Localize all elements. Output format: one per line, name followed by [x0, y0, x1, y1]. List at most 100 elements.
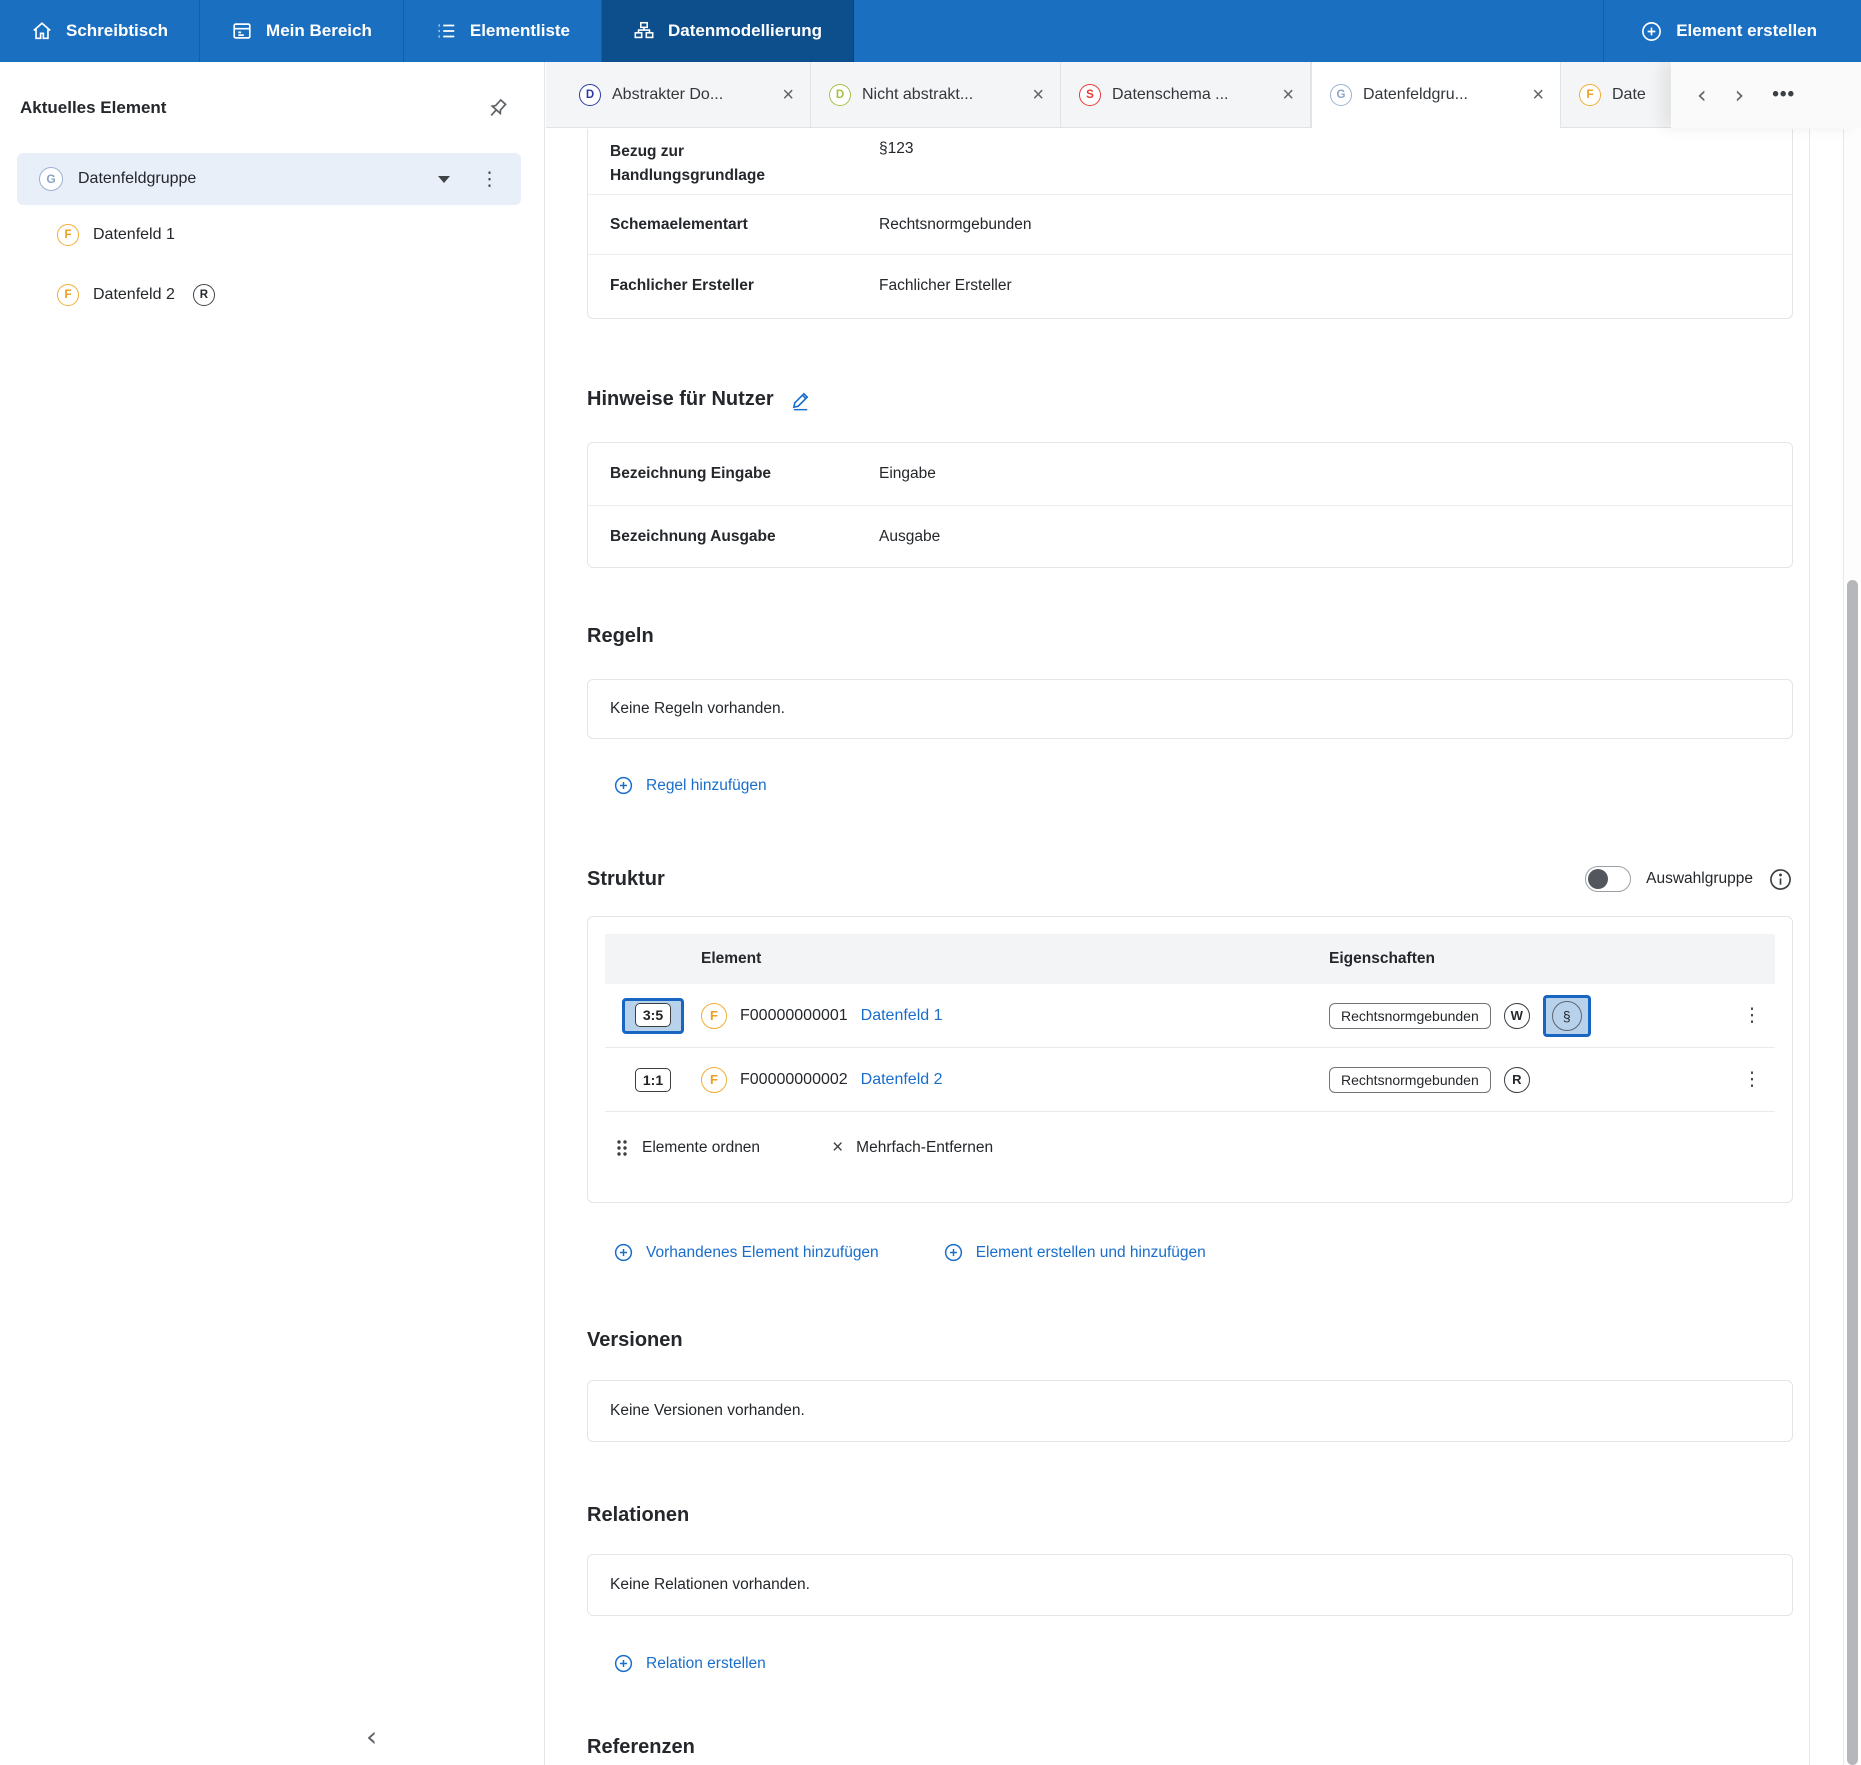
tabs-scroll-left-icon[interactable]: ‹	[1697, 83, 1707, 107]
section-title: Hinweise für Nutzer	[587, 385, 774, 413]
kebab-menu-icon[interactable]: ⋮	[480, 170, 499, 189]
regeln-empty-box: Keine Regeln vorhanden.	[587, 679, 1793, 739]
property-value: Fachlicher Ersteller	[879, 277, 1012, 295]
circle-plus-icon	[1640, 20, 1663, 43]
struktur-header: Struktur Auswahlgruppe	[587, 864, 1793, 894]
tab-label: Abstrakter Do...	[612, 86, 771, 104]
circle-plus-icon	[613, 775, 634, 796]
empty-state-text: Keine Relationen vorhanden.	[610, 1576, 810, 1594]
element-link[interactable]: Datenfeld 2	[861, 1071, 943, 1089]
chevron-down-icon[interactable]	[438, 176, 450, 183]
order-elements-label: Elemente ordnen	[642, 1139, 760, 1157]
section-heading-relationen: Relationen	[587, 1501, 1793, 1529]
eigenschaften-cell: Rechtsnormgebunden R	[1329, 1067, 1729, 1093]
table-row: Bezug zur Handlungsgrundlage §123	[588, 129, 1792, 195]
property-label: Schemaelementart	[610, 213, 879, 237]
field-type-icon: F	[57, 224, 79, 246]
sitemap-icon	[633, 20, 655, 42]
nav-item-mein-bereich[interactable]: Mein Bereich	[200, 0, 404, 62]
create-relation-label: Relation erstellen	[646, 1655, 766, 1673]
create-element-button[interactable]: Element erstellen	[1603, 0, 1861, 62]
section-heading-struktur: Struktur	[587, 865, 665, 893]
property-label: Bezeichnung Ausgabe	[610, 525, 879, 549]
sidebar-current-element: Aktuelles Element G Datenfeldgruppe ⋮ F …	[0, 62, 545, 1765]
tab-content: Bezug zur Handlungsgrundlage §123 Schema…	[546, 129, 1810, 1765]
section-title: Relationen	[587, 1501, 689, 1529]
sidebar-item-datenfeld-1[interactable]: F Datenfeld 1	[57, 224, 175, 246]
tab-type-icon: S	[1079, 84, 1101, 106]
kebab-menu-icon[interactable]: ⋮	[1743, 1006, 1762, 1025]
table-row: Bezeichnung Eingabe Eingabe	[588, 443, 1792, 506]
circle-plus-icon	[943, 1242, 964, 1263]
nav-item-elementliste[interactable]: Elementliste	[404, 0, 602, 62]
paragraph-badge-highlight[interactable]: §	[1543, 995, 1591, 1037]
info-icon[interactable]	[1768, 867, 1793, 892]
element-cell: F F00000000002 Datenfeld 2	[701, 1067, 1329, 1093]
nav-label: Mein Bereich	[266, 21, 372, 41]
edit-pencil-icon[interactable]	[790, 388, 813, 411]
tab-datenschema[interactable]: S Datenschema ... ×	[1061, 62, 1311, 127]
r-badge: R	[1504, 1067, 1530, 1093]
collapse-sidebar-button[interactable]: ‹	[366, 1723, 377, 1751]
tab-datenfeldgruppe-active[interactable]: G Datenfeldgru... ×	[1311, 62, 1561, 128]
w-badge: W	[1504, 1003, 1530, 1029]
struktur-table-header: Element Eigenschaften	[605, 934, 1775, 984]
group-type-icon: G	[39, 167, 63, 191]
multiplicity-highlight[interactable]: 3:5	[622, 998, 684, 1034]
table-row: 1:1 F F00000000002 Datenfeld 2 Rechtsnor…	[605, 1048, 1775, 1112]
section-title: Regeln	[587, 622, 654, 650]
sidebar-item-datenfeldgruppe[interactable]: G Datenfeldgruppe ⋮	[17, 153, 521, 205]
order-elements-button[interactable]: Elemente ordnen	[615, 1139, 760, 1157]
section-heading-versionen: Versionen	[587, 1326, 1793, 1354]
tab-datenfeld-cut[interactable]: F Date	[1561, 62, 1673, 127]
kebab-menu-icon[interactable]: ⋮	[1743, 1070, 1762, 1089]
field-type-icon: F	[57, 284, 79, 306]
vertical-scrollbar[interactable]	[1843, 129, 1861, 1765]
create-relation-button[interactable]: Relation erstellen	[587, 1653, 1793, 1674]
multiplicity-badge: 1:1	[635, 1068, 671, 1092]
table-row: Schemaelementart Rechtsnormgebunden	[588, 195, 1792, 255]
property-chip: Rechtsnormgebunden	[1329, 1003, 1491, 1029]
multi-remove-button[interactable]: × Mehrfach-Entfernen	[832, 1138, 993, 1157]
tab-label: Datenfeldgru...	[1363, 86, 1521, 104]
nav-item-schreibtisch[interactable]: Schreibtisch	[0, 0, 200, 62]
tree-item-label: Datenfeld 2	[93, 286, 175, 304]
scrollbar-thumb[interactable]	[1847, 580, 1858, 1765]
tab-type-icon: G	[1330, 84, 1352, 106]
tab-scroll-panel: ‹ › •••	[1671, 62, 1861, 128]
close-icon[interactable]: ×	[782, 85, 794, 105]
versionen-empty-box: Keine Versionen vorhanden.	[587, 1380, 1793, 1442]
property-label: Bezug zur Handlungsgrundlage	[610, 140, 879, 188]
sidebar-item-datenfeld-2[interactable]: F Datenfeld 2 R	[57, 284, 215, 306]
close-icon[interactable]: ×	[1282, 85, 1294, 105]
struktur-footer: Elemente ordnen × Mehrfach-Entfernen	[605, 1112, 1775, 1159]
add-rule-label: Regel hinzufügen	[646, 777, 767, 795]
toggle-label: Auswahlgruppe	[1646, 870, 1753, 888]
add-existing-element-button[interactable]: Vorhandenes Element hinzufügen	[587, 1242, 879, 1263]
tabs-overflow-icon[interactable]: •••	[1772, 84, 1795, 106]
tabs-scroll-right-icon[interactable]: ›	[1735, 83, 1745, 107]
auswahlgruppe-toggle[interactable]	[1585, 866, 1631, 892]
create-and-add-element-button[interactable]: Element erstellen und hinzufügen	[943, 1242, 1206, 1263]
tab-abstrakter-do[interactable]: D Abstrakter Do... ×	[561, 62, 811, 127]
header-cell-eigenschaften: Eigenschaften	[1329, 950, 1729, 968]
table-row: Fachlicher Ersteller Fachlicher Erstelle…	[588, 255, 1792, 317]
property-value: Ausgabe	[879, 528, 940, 546]
nav-item-datenmodellierung[interactable]: Datenmodellierung	[602, 0, 854, 62]
tab-nicht-abstrakt[interactable]: D Nicht abstrakt... ×	[811, 62, 1061, 127]
close-icon[interactable]: ×	[1532, 85, 1544, 105]
element-link[interactable]: Datenfeld 1	[861, 1007, 943, 1025]
add-rule-button[interactable]: Regel hinzufügen	[587, 775, 1793, 796]
section-title: Referenzen	[587, 1733, 695, 1761]
pin-icon[interactable]	[484, 96, 510, 122]
list-icon	[435, 20, 457, 42]
toggle-knob	[1588, 869, 1608, 889]
section-title: Struktur	[587, 865, 665, 893]
multiplicity-cell: 3:5	[605, 998, 701, 1034]
property-value: Eingabe	[879, 465, 936, 483]
tab-label: Datenschema ...	[1112, 86, 1271, 104]
close-icon[interactable]: ×	[1032, 85, 1044, 105]
tab-type-icon: F	[1579, 84, 1601, 106]
x-icon: ×	[832, 1138, 843, 1157]
element-cell: F F00000000001 Datenfeld 1	[701, 1003, 1329, 1029]
